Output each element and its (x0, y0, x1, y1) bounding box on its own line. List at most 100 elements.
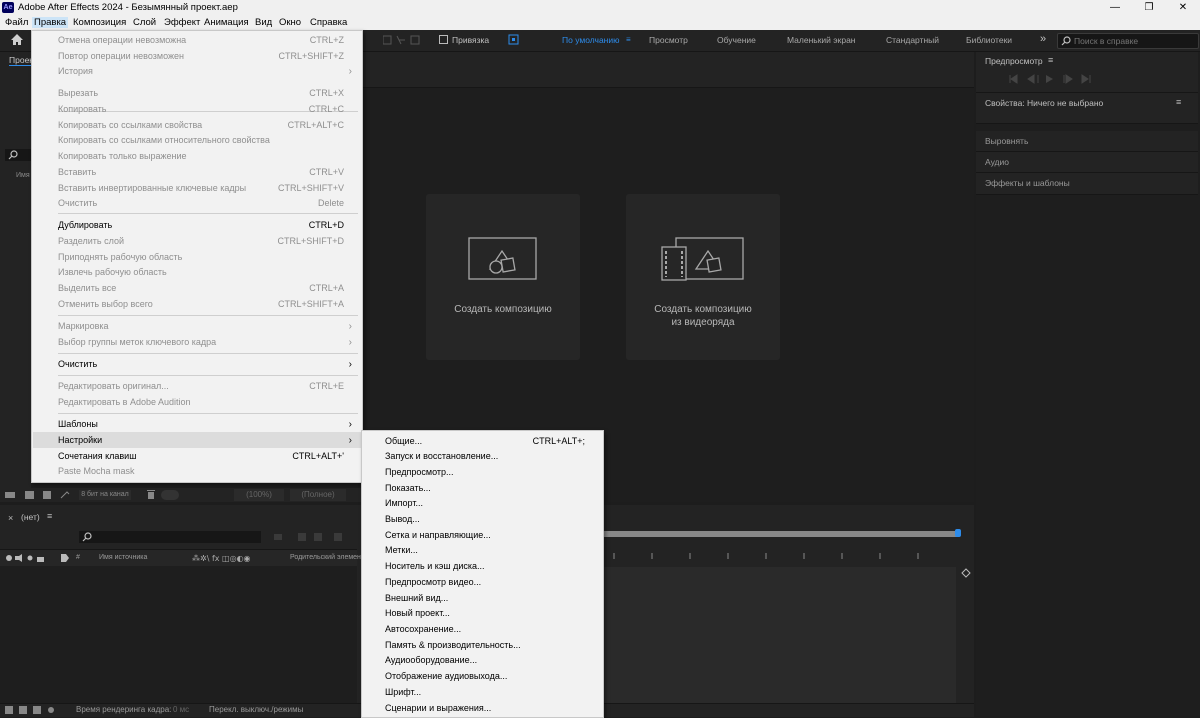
menu-item-cut[interactable]: Вырезать (58, 86, 98, 101)
menu-item-preferences[interactable]: Настройки (58, 433, 102, 448)
menu-layer[interactable]: Слой (133, 17, 156, 28)
pref-appearance[interactable]: Внешний вид... (385, 590, 448, 606)
menu-item-extract-work-area[interactable]: Извлечь рабочую область (58, 265, 167, 280)
panel-menu-icon[interactable]: ≡ (1048, 55, 1053, 65)
pref-type[interactable]: Шрифт... (385, 684, 421, 700)
menu-item-paste[interactable]: Вставить (58, 165, 96, 180)
menu-item-duplicate[interactable]: Дублировать (58, 218, 112, 233)
bit-depth-button[interactable]: 8 бит на канал (79, 490, 131, 500)
project-footer-icons[interactable] (5, 490, 75, 500)
pref-startup-repair[interactable]: Запуск и восстановление... (385, 448, 498, 464)
pref-labels[interactable]: Метки... (385, 542, 418, 558)
pref-media-disk-cache[interactable]: Носитель и кэш диска... (385, 558, 485, 574)
toggle-switches-modes[interactable]: Перекл. выключ./режимы (209, 705, 303, 714)
layer-switches-icons[interactable]: ⁂✲\ fx ◫◎◐◉ (192, 553, 278, 563)
menu-item-split-layer[interactable]: Разделить слой (58, 234, 124, 249)
menu-item-copy-expression-only[interactable]: Копировать только выражение (58, 149, 187, 164)
timeline-search-box[interactable] (79, 531, 261, 543)
menu-window[interactable]: Окно (279, 17, 301, 28)
column-source-name[interactable]: Имя источника (99, 554, 147, 561)
panel-menu-icon[interactable]: ≡ (47, 511, 52, 521)
label-tag-icon[interactable] (60, 553, 70, 563)
pref-memory-performance[interactable]: Память & производительность... (385, 637, 521, 653)
timeline-footer-icons[interactable] (5, 705, 57, 715)
project-tab[interactable]: Проек (9, 55, 34, 66)
menu-item-purge[interactable]: Очистить (58, 357, 97, 372)
workspace-default[interactable]: По умолчанию (562, 35, 619, 45)
pref-auto-save[interactable]: Автосохранение... (385, 621, 461, 637)
menu-effect[interactable]: Эффект (164, 17, 200, 28)
help-search-input[interactable] (1074, 35, 1192, 46)
work-area-end-handle[interactable] (955, 529, 961, 537)
menu-help[interactable]: Справка (310, 17, 347, 28)
menu-item-edit-in-audition[interactable]: Редактировать в Adobe Audition (58, 395, 191, 410)
menu-item-copy-with-property-links[interactable]: Копировать со ссылками свойства (58, 118, 202, 133)
properties-panel-title[interactable]: Свойства: Ничего не выбрано (985, 98, 1103, 108)
minimize-button[interactable]: — (1098, 0, 1132, 16)
close-button[interactable]: ✕ (1166, 0, 1200, 16)
align-panel-title[interactable]: Выровнять (985, 136, 1028, 146)
align-panel[interactable]: Выровнять (976, 131, 1198, 152)
menu-item-clear[interactable]: Очистить (58, 196, 97, 211)
menu-item-select-all[interactable]: Выделить все (58, 281, 116, 296)
effects-panel-title[interactable]: Эффекты и шаблоны (985, 178, 1070, 188)
timeline-track-area[interactable] (602, 567, 956, 703)
menu-animation[interactable]: Анимация (204, 17, 249, 28)
menu-item-keyboard-shortcuts[interactable]: Сочетания клавиш (58, 449, 136, 464)
workspace-small-screen[interactable]: Маленький экран (787, 35, 856, 45)
pref-video-preview[interactable]: Предпросмотр видео... (385, 574, 481, 590)
snap-options-icon[interactable] (508, 34, 519, 45)
help-search-box[interactable] (1057, 33, 1199, 49)
more-workspaces-button[interactable]: » (1040, 33, 1046, 45)
menu-item-copy-relative-property-links[interactable]: Копировать со ссылками относительного св… (58, 133, 270, 148)
menu-composition[interactable]: Композиция (73, 17, 126, 28)
pref-display[interactable]: Показать... (385, 480, 431, 496)
pref-import[interactable]: Импорт... (385, 495, 423, 511)
pref-audio-hardware[interactable]: Аудиооборудование... (385, 652, 477, 668)
workspace-learn[interactable]: Обучение (717, 35, 756, 45)
menu-item-paste-mocha-mask[interactable]: Paste Mocha mask (58, 464, 135, 479)
home-icon[interactable] (10, 33, 24, 46)
menu-item-select-label-group[interactable]: Выбор группы меток ключевого кадра (58, 335, 216, 350)
snap-checkbox[interactable] (439, 35, 448, 44)
project-column-name[interactable]: Имя (16, 172, 30, 179)
menu-item-history[interactable]: История (58, 64, 93, 79)
menu-item-copy[interactable]: Копировать (58, 102, 106, 117)
zoom-select[interactable]: (100%) (234, 489, 284, 501)
menu-item-templates[interactable]: Шаблоны (58, 417, 98, 432)
av-switches-icons[interactable] (5, 553, 47, 563)
menu-item-edit-original[interactable]: Редактировать оригинал... (58, 379, 169, 394)
menu-item-paste-reverse-keyframes[interactable]: Вставить инвертированные ключевые кадры (58, 181, 246, 196)
workspace-libraries[interactable]: Библиотеки (966, 35, 1012, 45)
workspace-menu-icon[interactable]: ≡ (626, 35, 631, 44)
pref-audio-output-mapping[interactable]: Отображение аудиовыхода... (385, 668, 507, 684)
menu-view[interactable]: Вид (255, 17, 272, 28)
snap-tools-icon[interactable] (383, 35, 423, 45)
menu-file[interactable]: Файл (5, 17, 28, 28)
playback-controls[interactable] (1008, 74, 1098, 84)
workspace-review[interactable]: Просмотр (649, 35, 688, 45)
menu-item-deselect-all[interactable]: Отменить выбор всего (58, 297, 153, 312)
time-ruler[interactable] (602, 543, 958, 561)
close-tab-icon[interactable]: × (8, 513, 13, 523)
pref-output[interactable]: Вывод... (385, 511, 420, 527)
menu-item-lift-work-area[interactable]: Приподнять рабочую область (58, 250, 182, 265)
maximize-button[interactable]: ❐ (1132, 0, 1166, 16)
pref-grids-guides[interactable]: Сетка и направляющие... (385, 527, 491, 543)
column-parent[interactable]: Родительский элемент (290, 554, 364, 561)
pref-scripting-expressions[interactable]: Сценарии и выражения... (385, 700, 491, 716)
project-search-box[interactable] (5, 149, 31, 161)
audio-panel[interactable]: Аудио (976, 152, 1198, 173)
pref-new-project[interactable]: Новый проект... (385, 605, 450, 621)
menu-item-redo[interactable]: Повтор операции невозможен (58, 49, 184, 64)
effects-panel[interactable]: Эффекты и шаблоны (976, 173, 1198, 195)
trash-icon[interactable] (146, 490, 156, 500)
audio-panel-title[interactable]: Аудио (985, 157, 1009, 167)
work-area-bar[interactable] (602, 531, 958, 537)
timeline-tab[interactable]: (нет) (21, 512, 40, 522)
toggle-switch[interactable] (161, 490, 179, 500)
menu-edit[interactable]: Правка (32, 17, 69, 28)
preview-panel-title[interactable]: Предпросмотр (985, 56, 1043, 66)
timeline-switches-icons[interactable] (272, 532, 356, 542)
new-composition-from-footage-card[interactable]: Создать композицию из видеоряда (626, 194, 780, 360)
